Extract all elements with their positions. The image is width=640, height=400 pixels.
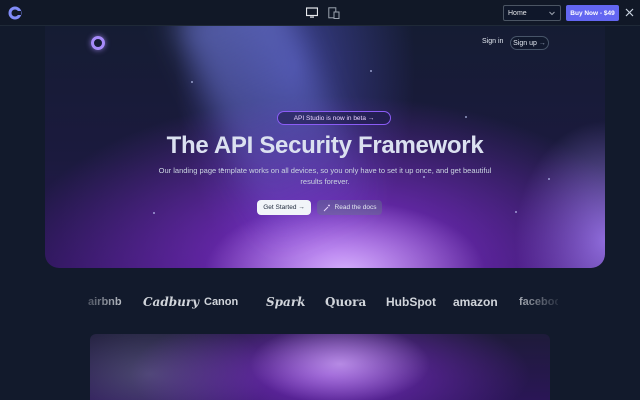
next-section-preview <box>90 334 550 400</box>
star <box>370 70 372 72</box>
tablet-mobile-icon[interactable] <box>328 7 340 19</box>
site-logo[interactable] <box>91 36 105 50</box>
hero-section: Sign in Sign up → API Studio is now in b… <box>45 26 605 268</box>
hero-title: The API Security Framework <box>166 132 484 159</box>
read-docs-button[interactable]: Read the docs <box>317 200 382 215</box>
get-started-button[interactable]: Get Started → <box>257 200 311 215</box>
hero-subtitle: Our landing page template works on all d… <box>158 166 492 186</box>
read-docs-label: Read the docs <box>334 204 377 211</box>
logo-quora: Quora <box>325 295 367 309</box>
star <box>548 178 550 180</box>
star <box>515 211 517 213</box>
logos-fade-right <box>505 285 565 319</box>
logo-canon: Canon <box>204 296 239 308</box>
logo-hubspot: HubSpot <box>386 295 436 309</box>
logos-fade-left <box>70 285 130 319</box>
logo-spark: Spark <box>266 295 306 309</box>
logo-cadbury: Cadbury <box>143 295 200 309</box>
arrow-right-icon: → <box>538 39 546 47</box>
buy-now-button[interactable]: Buy Now - $49 <box>566 5 619 21</box>
page-select-value: Home <box>508 9 527 17</box>
signin-link[interactable]: Sign in <box>482 38 503 45</box>
star <box>191 81 193 83</box>
close-icon[interactable] <box>625 8 634 17</box>
signup-button[interactable]: Sign up → <box>510 36 549 50</box>
star <box>465 116 467 118</box>
page-select[interactable]: Home <box>503 5 561 21</box>
preview-toolbar: Home Buy Now - $49 <box>0 0 640 26</box>
announcement-badge[interactable]: API Studio is now in beta → <box>277 111 391 125</box>
client-logos: airbnb Cadbury Canon Spark Quora HubSpot… <box>88 291 558 313</box>
magic-wand-icon <box>323 204 330 211</box>
device-switcher <box>306 7 340 19</box>
signup-label: Sign up <box>513 39 537 47</box>
desktop-icon[interactable] <box>306 7 318 19</box>
chevron-down-icon <box>549 11 555 16</box>
star <box>153 212 155 214</box>
cruip-logo-icon[interactable] <box>8 6 22 20</box>
logo-amazon: amazon <box>453 295 498 309</box>
